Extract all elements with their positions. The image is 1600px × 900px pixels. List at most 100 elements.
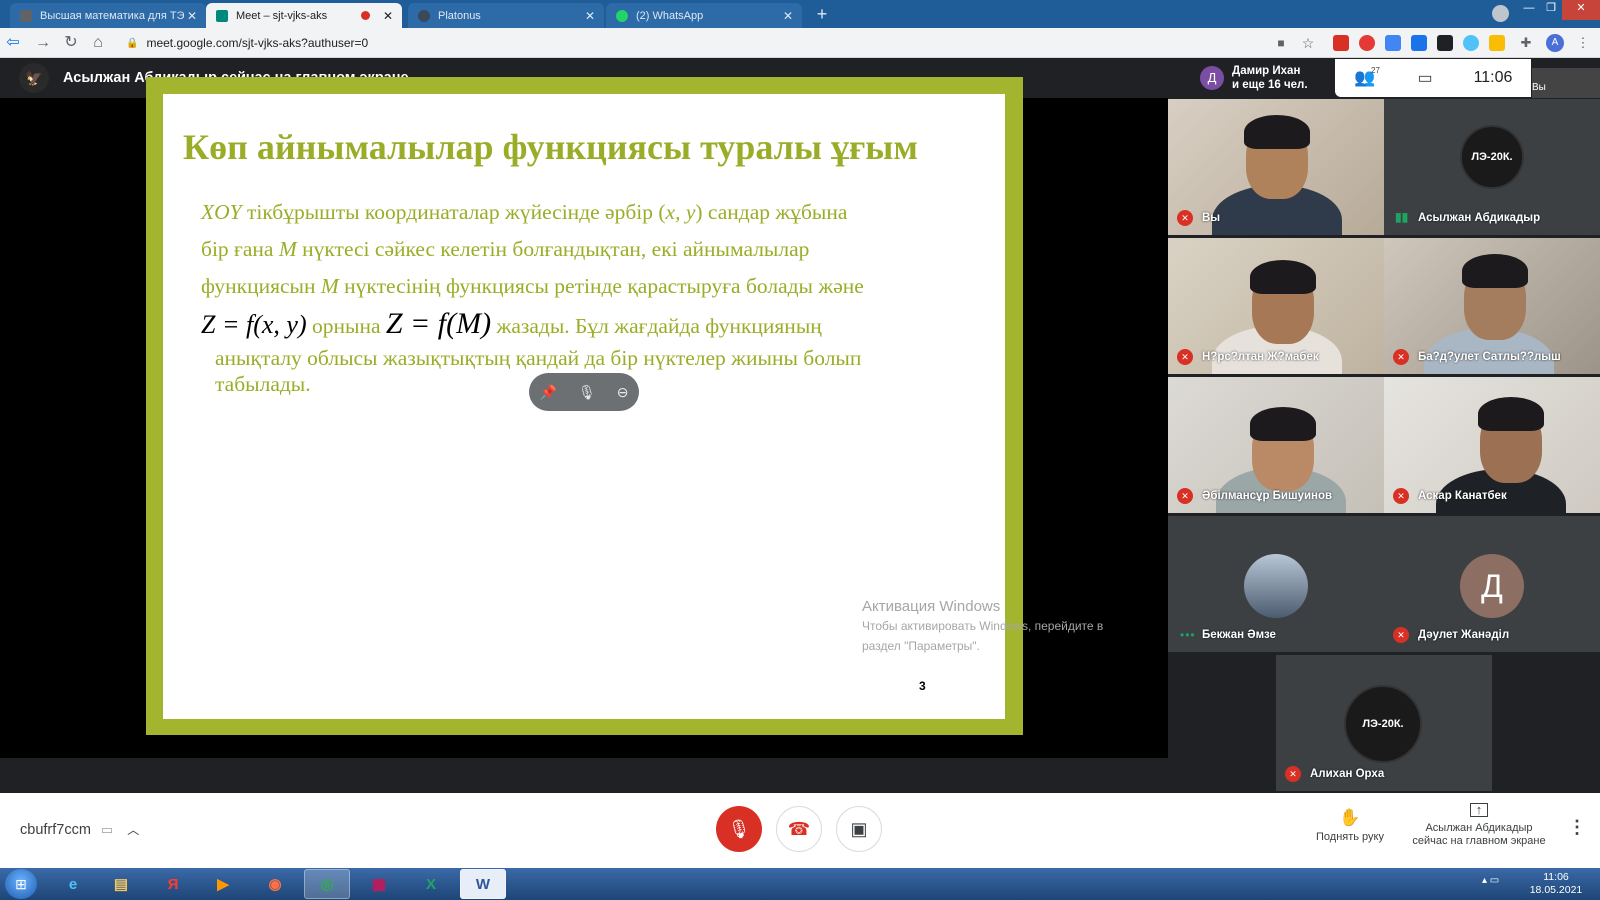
slide-text: ) сандар жұбына xyxy=(695,200,848,224)
participant-tile[interactable]: ••• Бекжан Әмзе xyxy=(1168,516,1384,652)
firefox-icon[interactable]: ◉ xyxy=(252,869,298,899)
chat-icon[interactable]: ▭ xyxy=(1395,68,1455,88)
mute-icon[interactable]: 🎙 xyxy=(578,384,596,401)
word-icon[interactable]: W xyxy=(460,869,506,899)
internet-explorer-icon[interactable]: e xyxy=(50,869,96,899)
puzzle-icon[interactable]: ✚ xyxy=(1515,32,1537,54)
lock-icon: 🔒 xyxy=(126,37,139,49)
meeting-clock: 11:06 xyxy=(1473,69,1513,86)
pin-icon[interactable]: 📌 xyxy=(540,384,557,401)
profile-avatar[interactable]: A xyxy=(1546,34,1564,52)
extension-icon[interactable] xyxy=(1463,35,1479,51)
address-bar: ⇦ → ↻ ⌂ 🔒 meet.google.com/sjt-vjks-aks?a… xyxy=(0,28,1600,58)
presentation-status-button[interactable]: ↑ Асылжан Абдикадыр сейчас на главном эк… xyxy=(1408,803,1550,848)
participants-summary-text: Дамир Ихан и еще 16 чел. xyxy=(1232,64,1308,92)
mic-off-icon: ✕ xyxy=(1177,349,1193,365)
captions-icon: ▭ xyxy=(100,821,114,837)
participant-tile[interactable]: ЛЭ-20К. ✕ Алихан Орха xyxy=(1276,655,1492,791)
meet-icon xyxy=(216,9,228,22)
raise-hand-button[interactable]: ✋ Поднять руку xyxy=(1312,808,1388,843)
classroom-icon xyxy=(20,9,32,22)
slide-text: нүктесі сәйкес келетін болғандықтан, екі… xyxy=(296,237,810,261)
file-explorer-icon[interactable]: ▤ xyxy=(98,869,144,899)
person-hair xyxy=(1250,407,1316,441)
microphone-toggle-button[interactable]: 🎙 xyxy=(716,806,762,852)
participants-summary-line1: Дамир Ихан xyxy=(1232,65,1301,77)
formula: Z = f(x, y) xyxy=(201,310,307,339)
whatsapp-icon xyxy=(616,9,628,22)
close-tab-icon[interactable]: ✕ xyxy=(780,9,796,23)
avatar: Д xyxy=(1460,554,1524,618)
new-tab-button[interactable]: + xyxy=(812,5,832,25)
profile-icon[interactable] xyxy=(1492,5,1509,22)
winrar-icon[interactable]: ▦ xyxy=(356,869,402,899)
slide-text: тікбұрышты координаталар жүйесінде әрбір… xyxy=(241,200,666,224)
people-button[interactable]: 👥 27 xyxy=(1335,66,1395,88)
slide-text: нүктесінің функциясы ретінде қарастыруға… xyxy=(338,274,864,298)
formula: Z = f(M) xyxy=(385,307,492,340)
slide-line: бір ғана M нүктесі сәйкес келетін болған… xyxy=(201,231,991,268)
tab-label: Высшая математика для ТЭ xyxy=(40,9,184,22)
url-text: meet.google.com/sjt-vjks-aks?authuser=0 xyxy=(146,36,369,50)
meeting-details-toggle[interactable]: cbufrf7ccm ▭ ︿ xyxy=(20,821,139,838)
slide-line: Z = f(x, y) орнына Z = f(M) жазады. Бұл … xyxy=(201,305,991,345)
participants-summary[interactable]: Д Дамир Ихан и еще 16 чел. xyxy=(1194,58,1334,98)
slide-text: M xyxy=(278,237,297,261)
activation-sub1: Чтобы активировать Windows, перейдите в xyxy=(862,619,1104,633)
slide-line: функциясын M нүктесінің функциясы ретінд… xyxy=(201,268,991,305)
camera-icon[interactable]: ■ xyxy=(1270,32,1292,54)
participant-tile[interactable]: ✕ Н?рс?лтан Ж?мабек xyxy=(1168,238,1384,374)
tab-meet[interactable]: Meet – sjt-vjks-aks ✕ xyxy=(206,3,402,28)
restore-icon[interactable]: ❐ xyxy=(1538,0,1564,20)
video-camera-icon: ▣ xyxy=(850,818,868,839)
translate-icon[interactable] xyxy=(1385,35,1401,51)
system-clock[interactable]: 11:06 18.05.2021 xyxy=(1516,871,1596,897)
person-hair xyxy=(1244,115,1310,149)
leave-call-button[interactable]: ☎ xyxy=(776,806,822,852)
hang-up-icon: ☎ xyxy=(787,818,811,839)
chrome-icon[interactable]: ◎ xyxy=(304,869,350,899)
participant-tile[interactable]: ✕ Аскар Канатбек xyxy=(1384,377,1600,513)
close-tab-icon[interactable]: ✕ xyxy=(582,9,598,23)
slide-text: жазады. Бұл жағдайда функцияның xyxy=(491,314,822,338)
extension-icon[interactable] xyxy=(1437,35,1453,51)
tab-math[interactable]: Высшая математика для ТЭ ✕ xyxy=(10,3,206,28)
tab-whatsapp[interactable]: (2) WhatsApp ✕ xyxy=(606,3,802,28)
remove-icon[interactable]: ⊖ xyxy=(617,384,629,401)
platonus-icon xyxy=(418,9,430,22)
extension-icon[interactable] xyxy=(1489,35,1505,51)
forward-icon[interactable]: → xyxy=(32,32,54,54)
participant-tile[interactable]: ✕ Вы xyxy=(1168,99,1384,235)
home-icon[interactable]: ⌂ xyxy=(87,32,109,54)
camera-toggle-button[interactable]: ▣ xyxy=(836,806,882,852)
extension-icon[interactable] xyxy=(1411,35,1427,51)
tray-icons[interactable]: ▴ ▭ xyxy=(1482,875,1499,886)
tile-hover-toolbar: 📌 🎙 ⊖ xyxy=(529,373,639,411)
close-tab-icon[interactable]: ✕ xyxy=(380,9,396,23)
more-options-icon[interactable]: ⋮ xyxy=(1568,817,1586,838)
participants-summary-line2: и еще 16 чел. xyxy=(1232,79,1308,91)
url-input[interactable]: 🔒 meet.google.com/sjt-vjks-aks?authuser=… xyxy=(118,32,1268,54)
mic-off-icon: 🎙 xyxy=(727,818,751,839)
reload-icon[interactable]: ↻ xyxy=(60,32,82,54)
tab-platonus[interactable]: Platonus ✕ xyxy=(408,3,604,28)
media-player-icon[interactable]: ▶ xyxy=(200,869,246,899)
participant-tile[interactable]: ✕ Ба?д?улет Сатлы??лыш xyxy=(1384,238,1600,374)
back-icon[interactable]: ⇦ xyxy=(2,32,24,54)
team-logo: ЛЭ-20К. xyxy=(1344,685,1422,763)
participant-tile[interactable]: ✕ Әбілмансұр Бишуинов xyxy=(1168,377,1384,513)
excel-icon[interactable]: X xyxy=(408,869,454,899)
participant-tile[interactable]: Д ✕ Дәулет Жанәділ xyxy=(1384,516,1600,652)
participant-tile[interactable]: ЛЭ-20К. ▮▮ Асылжан Абдикадыр xyxy=(1384,99,1600,235)
adblock-icon[interactable] xyxy=(1333,35,1349,51)
bookmark-star-icon[interactable]: ☆ xyxy=(1297,32,1319,54)
yandex-icon[interactable]: Я xyxy=(150,869,196,899)
mic-off-icon: ✕ xyxy=(1393,488,1409,504)
opera-icon[interactable] xyxy=(1359,35,1375,51)
mic-off-icon: ✕ xyxy=(1285,766,1301,782)
windows-start-icon[interactable]: ⊞ xyxy=(5,869,37,899)
close-tab-icon[interactable]: ✕ xyxy=(184,9,200,23)
clock-date: 18.05.2021 xyxy=(1529,884,1583,896)
menu-icon[interactable]: ⋮ xyxy=(1572,32,1594,54)
close-window-icon[interactable]: ✕ xyxy=(1562,0,1600,20)
